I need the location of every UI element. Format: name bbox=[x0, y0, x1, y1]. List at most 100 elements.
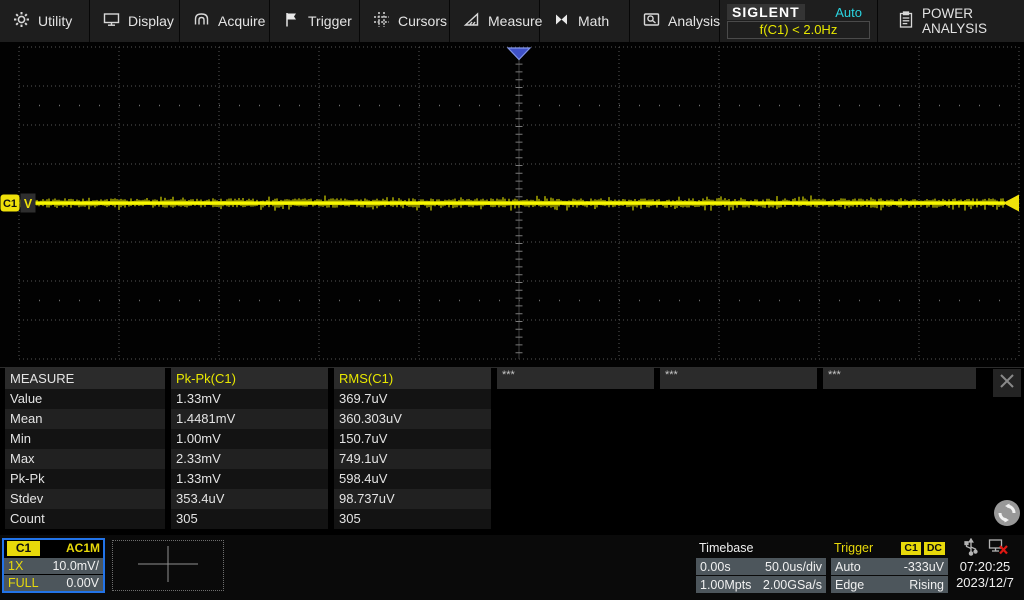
add-channel-placeholder[interactable] bbox=[112, 540, 224, 591]
trigger-slope: Rising bbox=[909, 578, 944, 592]
cursors-icon bbox=[373, 11, 390, 31]
measure-cell: 98.737uV bbox=[334, 489, 491, 509]
menu-item-label: Analysis bbox=[668, 13, 720, 29]
measure-column-rms[interactable]: RMS(C1) bbox=[334, 368, 491, 389]
measure-close-button[interactable] bbox=[993, 369, 1021, 397]
measure-cell bbox=[823, 489, 976, 509]
system-status-zone: 07:20:25 2023/12/7 bbox=[948, 539, 1022, 597]
measure-row-label: Stdev bbox=[5, 489, 165, 509]
measure-rows: Value1.33mV369.7uVMean1.4481mV360.303uVM… bbox=[0, 389, 1024, 529]
measure-cell bbox=[823, 389, 976, 409]
measure-cell bbox=[823, 509, 976, 529]
measure-column-empty-1[interactable]: *** bbox=[497, 368, 654, 389]
measure-row-label: Min bbox=[5, 429, 165, 449]
menu-item-cursors[interactable]: Cursors bbox=[360, 0, 450, 42]
math-icon bbox=[553, 11, 570, 31]
menu-item-label: POWER ANALYSIS bbox=[922, 6, 1024, 36]
measure-cell: 1.33mV bbox=[171, 469, 328, 489]
trigger-source-badge: C1 bbox=[901, 542, 920, 555]
measure-row: Stdev 353.4uV 98.737uV bbox=[0, 489, 1024, 509]
menu-item-label: Display bbox=[128, 13, 174, 29]
measure-cell: 305 bbox=[334, 509, 491, 529]
measure-row: Count305305 bbox=[0, 509, 1024, 529]
menu-item-label: Cursors bbox=[398, 13, 447, 29]
reset-statistics-button[interactable] bbox=[993, 499, 1021, 527]
measure-cell: 2.33mV bbox=[171, 449, 328, 469]
status-bar: C1 AC1M 1X 10.0mV/ FULL 0.00V Timebase 0… bbox=[0, 535, 1024, 600]
display-icon bbox=[103, 11, 120, 31]
menu-item-analysis[interactable]: Analysis bbox=[630, 0, 720, 42]
measure-row-label: Mean bbox=[5, 409, 165, 429]
measure-icon bbox=[463, 11, 480, 31]
close-icon bbox=[997, 371, 1017, 396]
measure-header-row: MEASURE Pk-Pk(C1) RMS(C1) *** *** *** bbox=[0, 368, 1024, 389]
measure-cell bbox=[497, 489, 654, 509]
measure-row-label: Pk-Pk bbox=[5, 469, 165, 489]
trigger-status-box[interactable]: Trigger C1 DC Auto -333uV Edge Rising bbox=[831, 539, 948, 593]
measure-row: Max2.33mV749.1uV bbox=[0, 449, 1024, 469]
trigger-level-marker[interactable] bbox=[1003, 195, 1019, 212]
timebase-title: Timebase bbox=[699, 541, 753, 555]
measure-cell: 360.303uV bbox=[334, 409, 491, 429]
channel1-name-badge: C1 bbox=[7, 541, 40, 556]
acquisition-status-block[interactable]: SIGLENT Auto f(C1) < 2.0Hz bbox=[720, 0, 878, 42]
measure-cell bbox=[497, 509, 654, 529]
trigger-title: Trigger bbox=[834, 541, 873, 555]
timebase-delay: 0.00s bbox=[700, 560, 731, 574]
measure-row: Pk-Pk 1.33mV 598.4uV bbox=[0, 469, 1024, 489]
menu-item-power-analysis[interactable]: POWER ANALYSIS bbox=[878, 0, 1024, 42]
trigger-position-marker[interactable] bbox=[508, 48, 530, 60]
measure-cell: 353.4uV bbox=[171, 489, 328, 509]
channel1-offset-marker[interactable]: C1 V bbox=[1, 194, 36, 213]
measure-panel-title: MEASURE bbox=[5, 368, 165, 389]
gear-icon bbox=[13, 11, 30, 31]
graticule-and-trace: C1 V bbox=[0, 42, 1024, 367]
menu-item-trigger[interactable]: Trigger bbox=[270, 0, 360, 42]
clock-time: 07:20:25 bbox=[960, 558, 1011, 575]
svg-text:V: V bbox=[24, 197, 33, 211]
menu-item-math[interactable]: Math bbox=[540, 0, 630, 42]
menu-item-acquire[interactable]: Acquire bbox=[180, 0, 270, 42]
lan-disconnected-icon bbox=[988, 538, 1008, 559]
measure-column-pkpk[interactable]: Pk-Pk(C1) bbox=[171, 368, 328, 389]
timebase-samplerate: 2.00GSa/s bbox=[763, 578, 822, 592]
measure-row: Min 1.00mV 150.7uV bbox=[0, 429, 1024, 449]
menu-item-label: Measure bbox=[488, 13, 542, 29]
menu-item-measure[interactable]: Measure bbox=[450, 0, 540, 42]
measure-column-empty-3[interactable]: *** bbox=[823, 368, 976, 389]
channel1-scale: 10.0mV/ bbox=[52, 559, 99, 573]
measure-panel: MEASURE Pk-Pk(C1) RMS(C1) *** *** *** Va… bbox=[0, 367, 1024, 535]
measure-cell: 598.4uV bbox=[334, 469, 491, 489]
measure-cell: 369.7uV bbox=[334, 389, 491, 409]
measure-row: Mean 1.4481mV 360.303uV bbox=[0, 409, 1024, 429]
menu-item-label: Acquire bbox=[218, 13, 265, 29]
waveform-display[interactable]: C1 V bbox=[0, 42, 1024, 367]
measure-cell bbox=[660, 409, 817, 429]
measure-cell: 305 bbox=[171, 509, 328, 529]
measure-cell: 1.00mV bbox=[171, 429, 328, 449]
measure-cell: 1.4481mV bbox=[171, 409, 328, 429]
measure-row: Value1.33mV369.7uV bbox=[0, 389, 1024, 409]
trigger-level: -333uV bbox=[904, 560, 944, 574]
measure-cell: 150.7uV bbox=[334, 429, 491, 449]
timebase-status-box[interactable]: Timebase 0.00s 50.0us/div 1.00Mpts 2.00G… bbox=[696, 539, 826, 593]
menu-item-utility[interactable]: Utility bbox=[0, 0, 90, 42]
brand-logo: SIGLENT bbox=[727, 4, 805, 20]
measure-cell bbox=[823, 409, 976, 429]
channel1-trace[interactable] bbox=[21, 201, 1005, 204]
timebase-scale: 50.0us/div bbox=[765, 560, 822, 574]
trigger-mode: Auto bbox=[835, 560, 861, 574]
measure-cell bbox=[823, 449, 976, 469]
trigger-coupling-badge: DC bbox=[924, 542, 945, 555]
trigger-frequency-readout: f(C1) < 2.0Hz bbox=[727, 21, 870, 39]
menu-item-display[interactable]: Display bbox=[90, 0, 180, 42]
measure-row-label: Max bbox=[5, 449, 165, 469]
usb-icon bbox=[963, 538, 979, 559]
channel1-status-box[interactable]: C1 AC1M 1X 10.0mV/ FULL 0.00V bbox=[2, 538, 105, 593]
acquisition-mode-badge: Auto bbox=[835, 5, 870, 20]
measure-cell: 1.33mV bbox=[171, 389, 328, 409]
measure-cell bbox=[497, 429, 654, 449]
measure-column-empty-2[interactable]: *** bbox=[660, 368, 817, 389]
circular-arrows-icon bbox=[993, 514, 1021, 531]
measure-cell bbox=[660, 429, 817, 449]
